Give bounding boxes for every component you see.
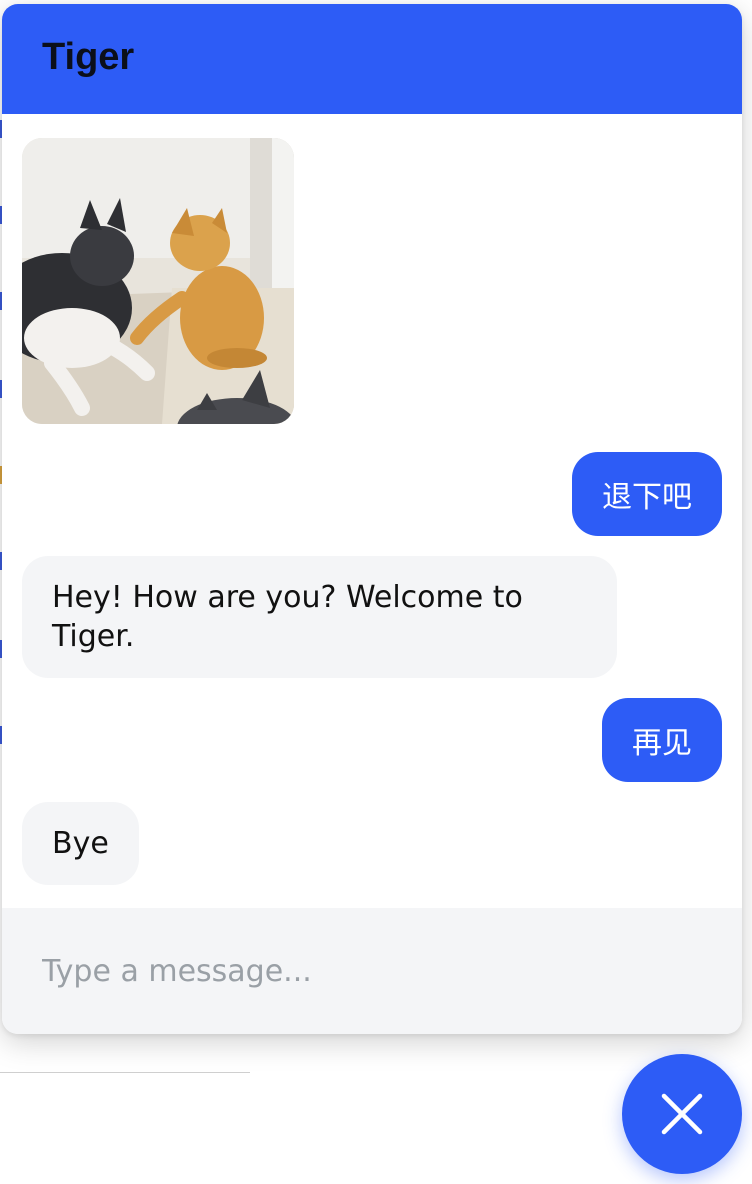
message-row [22, 138, 722, 424]
chat-title: Tiger [42, 35, 135, 78]
message-input[interactable] [42, 953, 682, 989]
incoming-message-bubble[interactable]: Bye [22, 802, 139, 885]
message-row: 再见 [22, 698, 722, 782]
close-icon [661, 1093, 703, 1135]
outgoing-message-bubble[interactable]: 退下吧 [572, 452, 722, 536]
message-row: Hey! How are you? Welcome to Tiger. [22, 556, 722, 678]
message-composer [2, 908, 742, 1034]
cats-fighting-image[interactable] [22, 138, 294, 424]
outgoing-message-bubble[interactable]: 再见 [602, 698, 722, 782]
chat-header: Tiger [2, 4, 742, 114]
message-list[interactable]: 退下吧 Hey! How are you? Welcome to Tiger. … [2, 114, 742, 908]
background-divider [0, 1072, 250, 1073]
chat-widget: Tiger 退下吧 Hey! How are you? Welcome to T… [2, 4, 742, 1034]
message-row: 退下吧 [22, 452, 722, 536]
chat-launcher-close-button[interactable] [622, 1054, 742, 1174]
message-row: Bye [22, 802, 722, 885]
incoming-message-bubble[interactable]: Hey! How are you? Welcome to Tiger. [22, 556, 617, 678]
cats-fighting-image [22, 138, 294, 424]
